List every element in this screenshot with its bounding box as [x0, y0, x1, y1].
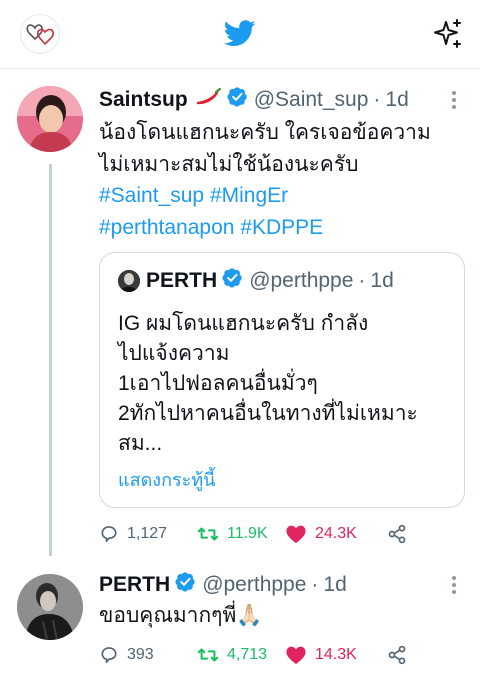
tweet-actions-bar: 393 4,713 14.3K	[99, 645, 415, 665]
timestamp[interactable]: 1d	[385, 88, 408, 112]
reply-button[interactable]: 393	[99, 645, 197, 665]
share-icon	[388, 645, 406, 665]
tweet-text-line: ไม่เหมาะสมไม่ใช้น้องนะครับ	[99, 152, 359, 176]
top-bar	[0, 0, 480, 68]
quoted-tweet-header: PERTH @perthppe · 1d	[118, 267, 394, 294]
reply-count: 393	[127, 646, 154, 663]
avatar	[118, 269, 140, 292]
avatar[interactable]	[17, 574, 83, 640]
separator-dot: ·	[358, 268, 366, 292]
hearts-logo-icon	[26, 24, 54, 46]
hashtag-link[interactable]: #Saint_sup	[99, 184, 204, 207]
tweet-actions-bar: 1,127 11.9K 24.3K	[99, 524, 415, 544]
share-icon	[388, 524, 406, 544]
quoted-tweet-card[interactable]: PERTH @perthppe · 1d IG ผมโดนแฮกนะครับ ก…	[99, 252, 465, 508]
profile-avatar-button[interactable]	[20, 14, 60, 54]
like-button[interactable]: 14.3K	[285, 645, 387, 665]
like-count: 24.3K	[315, 525, 357, 542]
display-name[interactable]: PERTH	[99, 573, 170, 597]
sparkle-icon[interactable]	[432, 18, 464, 50]
like-count: 14.3K	[315, 646, 357, 663]
hashtag-link[interactable]: #MingEr	[210, 184, 288, 207]
quoted-text-line: IG ผมโดนแฮกนะครับ กำลัง	[118, 312, 369, 335]
retweet-count: 11.9K	[227, 525, 268, 542]
verified-badge-icon	[222, 267, 243, 294]
reply-icon	[101, 526, 117, 542]
topbar-divider	[0, 68, 480, 69]
tweet-text-line: น้องโดนแฮกนะครับ ใครเจอข้อความ	[99, 121, 431, 144]
tweet-header: PERTH @perthppe · 1d	[99, 571, 347, 598]
tweet-body: น้องโดนแฮกนะครับ ใครเจอข้อความ ไม่เหมาะส…	[99, 117, 431, 243]
retweet-button[interactable]: 11.9K	[197, 524, 285, 544]
reply-icon	[101, 647, 117, 663]
hashtag-row: #perthtanapon #KDPPE	[99, 212, 431, 244]
more-options-icon[interactable]	[452, 91, 456, 112]
hashtag-row: #Saint_sup #MingEr	[99, 180, 431, 212]
quoted-tweet-body: IG ผมโดนแฮกนะครับ กำลัง ไปแจ้งความ 1เอาไ…	[118, 309, 458, 459]
verified-badge-icon	[175, 571, 196, 598]
hashtag-link[interactable]: #KDPPE	[240, 216, 323, 239]
display-name: PERTH	[146, 268, 218, 292]
retweet-icon	[197, 648, 219, 662]
hashtag-link[interactable]: #perthtanapon	[99, 216, 234, 239]
quoted-text-line: 1เอาไปฟอลคนอื่นมั่วๆ	[118, 372, 318, 395]
separator-dot: ·	[373, 87, 381, 111]
like-button[interactable]: 24.3K	[285, 524, 387, 544]
avatar[interactable]	[17, 86, 83, 152]
tweet-header: Saintsup @Saint_sup · 1d	[99, 86, 409, 113]
thread-connector-line	[49, 164, 52, 556]
timestamp[interactable]: 1d	[323, 573, 346, 597]
share-button[interactable]	[387, 645, 415, 665]
share-button[interactable]	[387, 524, 415, 544]
verified-badge-icon	[227, 86, 248, 113]
user-handle[interactable]: @Saint_sup	[254, 88, 369, 112]
saintsup-avatar-image	[17, 86, 83, 152]
retweet-count: 4,713	[227, 646, 268, 663]
timestamp: 1d	[370, 268, 394, 292]
chili-pepper-icon	[194, 87, 222, 113]
perth-avatar-image	[17, 574, 83, 640]
heart-icon	[286, 646, 306, 665]
quoted-text-line: 2ทักไปหาคนอื่นในทางที่ไม่เหมาะ	[118, 402, 418, 425]
retweet-button[interactable]: 4,713	[197, 645, 285, 665]
display-name[interactable]: Saintsup	[99, 88, 188, 112]
user-handle: @perthppe	[249, 268, 354, 292]
show-thread-link[interactable]: แสดงกระทู้นี้	[118, 465, 215, 494]
twitter-bird-icon[interactable]	[224, 20, 256, 47]
quoted-text-line: ไปแจ้งความ	[118, 342, 230, 365]
retweet-icon	[197, 527, 219, 541]
quoted-text-line: สม...	[118, 432, 163, 455]
heart-icon	[286, 525, 306, 544]
tweet-text-line: ขอบคุณมากๆพี่🙏🏻	[99, 604, 263, 627]
separator-dot: ·	[311, 572, 319, 596]
reply-button[interactable]: 1,127	[99, 524, 197, 544]
more-options-icon[interactable]	[452, 576, 456, 597]
reply-count: 1,127	[127, 525, 168, 542]
user-handle[interactable]: @perthppe	[202, 573, 306, 597]
tweet-body: ขอบคุณมากๆพี่🙏🏻	[99, 600, 262, 632]
